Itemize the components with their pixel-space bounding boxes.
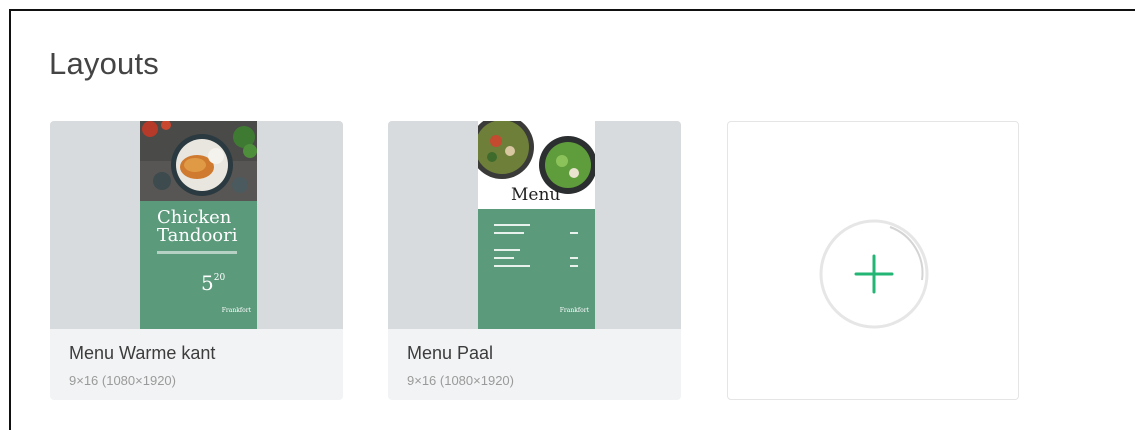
add-layout-card[interactable] [727,121,1019,400]
layout-name[interactable]: Menu Warme kant [69,343,215,364]
poster-price: 5 [201,271,214,295]
poster-preview: Chicken Tandoori 520 Frankfort [140,121,257,329]
plus-icon [819,219,929,329]
poster-subtitle-line [157,251,237,254]
add-layout-button[interactable] [818,218,930,330]
layout-thumbnail[interactable]: Menu Frankfort [388,121,681,329]
salad-dish-image [478,121,595,329]
layout-card-menu-warme-kant[interactable]: Chicken Tandoori 520 Frankfort Menu Warm… [50,121,343,400]
layout-dimensions: 9×16 (1080×1920) [69,373,176,388]
layout-card-menu-paal[interactable]: Menu Frankfort Menu Paal 9×16 (1080×1920… [388,121,681,400]
poster-brand: Frankfort [221,307,251,314]
poster-brand: Frankfort [559,307,589,314]
layout-name[interactable]: Menu Paal [407,343,493,364]
poster-price-cents: 20 [213,273,226,283]
layout-thumbnail[interactable]: Chicken Tandoori 520 Frankfort [50,121,343,329]
poster-headline: Menu [511,185,561,205]
layout-dimensions: 9×16 (1080×1920) [407,373,514,388]
poster-preview: Menu Frankfort [478,121,595,329]
section-title: Layouts [49,46,159,81]
poster-headline-line2: Tandoori [157,225,238,246]
